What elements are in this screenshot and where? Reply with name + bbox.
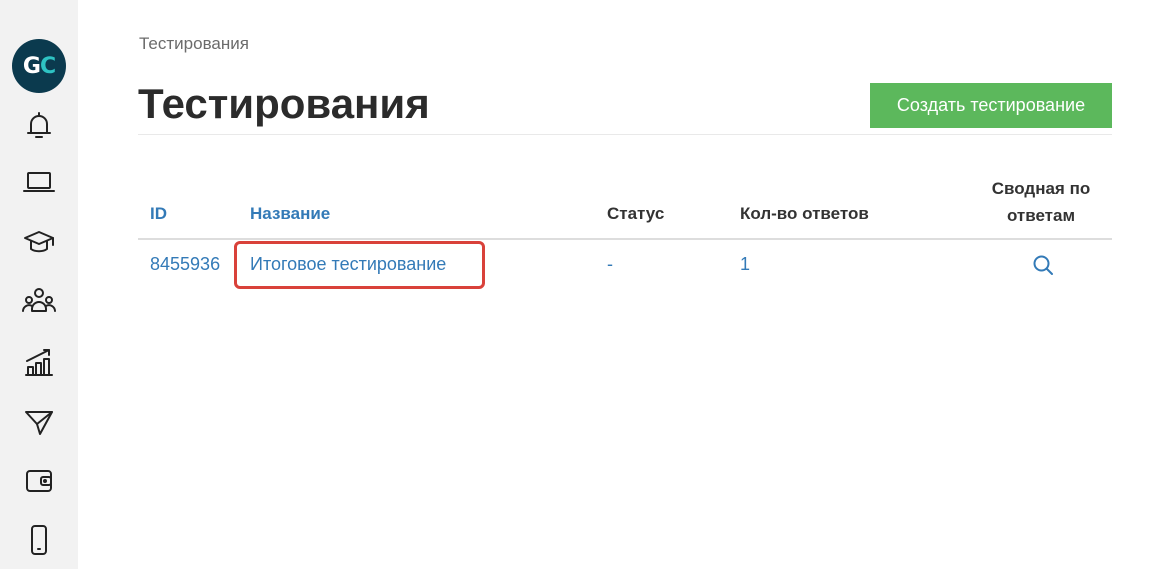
header-divider <box>138 238 1112 240</box>
logo-letter-c: C <box>39 53 56 79</box>
summary-header-line2: ответам <box>1006 206 1076 225</box>
row-answers-count[interactable]: 1 <box>740 254 750 275</box>
page-title: Тестирования <box>138 80 430 127</box>
create-test-button[interactable]: Создать тестирование <box>870 83 1112 128</box>
column-header-status: Статус <box>607 204 665 223</box>
wallet-icon[interactable] <box>19 460 59 500</box>
bell-icon[interactable] <box>19 105 59 145</box>
column-header-summary: Сводная по ответам <box>970 175 1112 229</box>
summary-header-line1: Сводная по <box>991 179 1091 198</box>
column-header-answers: Кол-во ответов <box>740 204 869 223</box>
laptop-icon[interactable] <box>19 162 59 202</box>
logo[interactable]: GC <box>12 39 66 93</box>
logo-letter-g: G <box>22 53 41 79</box>
mobile-phone-icon[interactable] <box>19 520 59 560</box>
graduation-cap-icon[interactable] <box>19 222 59 262</box>
search-icon[interactable] <box>1031 253 1055 277</box>
breadcrumb[interactable]: Тестирования <box>139 34 249 54</box>
row-id: 8455936 <box>150 254 221 274</box>
row-status: - <box>607 254 613 274</box>
sidebar: GC <box>0 0 78 569</box>
chart-growth-icon[interactable] <box>19 342 59 382</box>
column-header-name[interactable]: Название <box>250 204 330 224</box>
paper-plane-icon[interactable] <box>19 402 59 442</box>
highlight-box <box>234 241 485 289</box>
users-icon[interactable] <box>19 282 59 322</box>
column-header-id[interactable]: ID <box>150 204 167 224</box>
title-divider <box>138 134 1112 135</box>
